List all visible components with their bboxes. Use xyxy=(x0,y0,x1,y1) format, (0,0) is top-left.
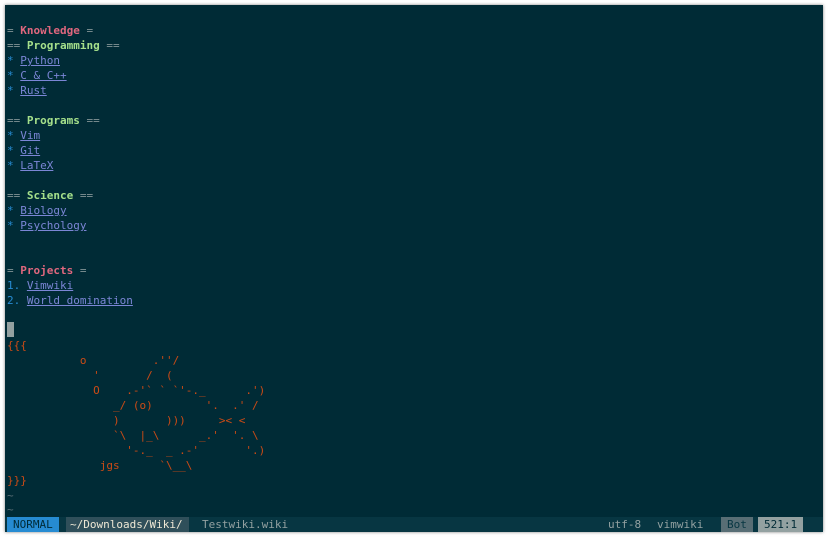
list-item: * C & C++ xyxy=(7,68,67,83)
file-encoding: utf-8 xyxy=(608,518,642,531)
list-item: * Vim xyxy=(7,128,40,143)
list-item: * LaTeX xyxy=(7,158,53,173)
ascii-art-line: `\ |_\ _.' '. \ xyxy=(7,429,259,442)
cursor-position: 521:1 xyxy=(758,517,804,532)
terminal-window[interactable]: = Knowledge = == Programming == * Python… xyxy=(5,5,823,532)
list-item: * Psychology xyxy=(7,218,86,233)
ascii-art-line: o .''/ xyxy=(7,354,180,367)
list-number: 2. xyxy=(7,294,27,307)
bullet: * xyxy=(7,204,21,217)
wiki-link-biology[interactable]: Biology xyxy=(20,204,66,217)
code-block-close: }}} xyxy=(7,474,27,487)
list-item: * Biology xyxy=(7,203,67,218)
wiki-link-python[interactable]: Python xyxy=(20,54,60,67)
bullet: * xyxy=(7,159,21,172)
bullet: * xyxy=(7,144,21,157)
heading-text: Programs xyxy=(26,114,80,127)
heading-marker: == xyxy=(79,114,100,127)
code-block-open: {{{ xyxy=(7,339,27,352)
wiki-link-world-domination[interactable]: World domination xyxy=(27,294,133,307)
ascii-art-line: ) ))) >< < xyxy=(7,414,246,427)
ascii-art-line: '-._ _ .-' '.) xyxy=(7,444,266,457)
mode-indicator: NORMAL xyxy=(7,517,59,532)
heading-programming: == Programming == xyxy=(7,38,120,53)
list-item: * Rust xyxy=(7,83,47,98)
list-item: 2. World domination xyxy=(7,293,133,308)
heading-marker: == xyxy=(7,114,27,127)
heading-knowledge: = Knowledge = xyxy=(7,23,93,38)
heading-marker: = xyxy=(7,24,21,37)
heading-projects: = Projects = xyxy=(7,263,86,278)
wiki-link-vim[interactable]: Vim xyxy=(20,129,40,142)
heading-text: Projects xyxy=(20,264,74,277)
bullet: * xyxy=(7,219,21,232)
heading-science: == Science == xyxy=(7,188,93,203)
heading-marker: = xyxy=(73,264,87,277)
wiki-link-vimwiki[interactable]: Vimwiki xyxy=(27,279,73,292)
heading-marker: == xyxy=(7,39,27,52)
scroll-percent: Bot xyxy=(721,517,753,532)
heading-text: Knowledge xyxy=(20,24,80,37)
ascii-art-line: _/ (o) '. .' / xyxy=(7,399,259,412)
bullet: * xyxy=(7,54,21,67)
heading-programs: == Programs == xyxy=(7,113,100,128)
directory-path: ~/Downloads/Wiki/ xyxy=(66,517,189,532)
wiki-link-psychology[interactable]: Psychology xyxy=(20,219,86,232)
file-name: Testwiki.wiki xyxy=(202,518,289,531)
wiki-link-git[interactable]: Git xyxy=(20,144,40,157)
list-item: 1. Vimwiki xyxy=(7,278,73,293)
list-number: 1. xyxy=(7,279,27,292)
wiki-link-rust[interactable]: Rust xyxy=(20,84,47,97)
file-type: vimwiki xyxy=(657,518,704,531)
text-cursor xyxy=(7,322,14,337)
ascii-art-line: ' / ( xyxy=(7,369,173,382)
heading-marker: = xyxy=(7,264,21,277)
bullet: * xyxy=(7,69,21,82)
ascii-art-line: jgs `\__\ xyxy=(7,459,193,472)
wiki-link-latex[interactable]: LaTeX xyxy=(20,159,53,172)
list-item: * Git xyxy=(7,143,40,158)
list-item: * Python xyxy=(7,53,60,68)
ascii-art-line: O .-'` ` `'-._ .') xyxy=(7,384,266,397)
heading-marker: = xyxy=(79,24,94,37)
cursor-line[interactable] xyxy=(7,322,14,337)
empty-line-tilde: ~ xyxy=(7,489,14,502)
bullet: * xyxy=(7,84,21,97)
wiki-link-c-cpp[interactable]: C & C++ xyxy=(20,69,66,82)
empty-line-tilde: ~ xyxy=(7,503,14,516)
heading-marker: == xyxy=(73,189,94,202)
heading-text: Science xyxy=(26,189,74,202)
heading-marker: == xyxy=(99,39,120,52)
heading-text: Programming xyxy=(26,39,100,52)
heading-marker: == xyxy=(7,189,27,202)
bullet: * xyxy=(7,129,21,142)
status-line: NORMAL ~/Downloads/Wiki/ Testwiki.wiki u… xyxy=(5,517,823,532)
